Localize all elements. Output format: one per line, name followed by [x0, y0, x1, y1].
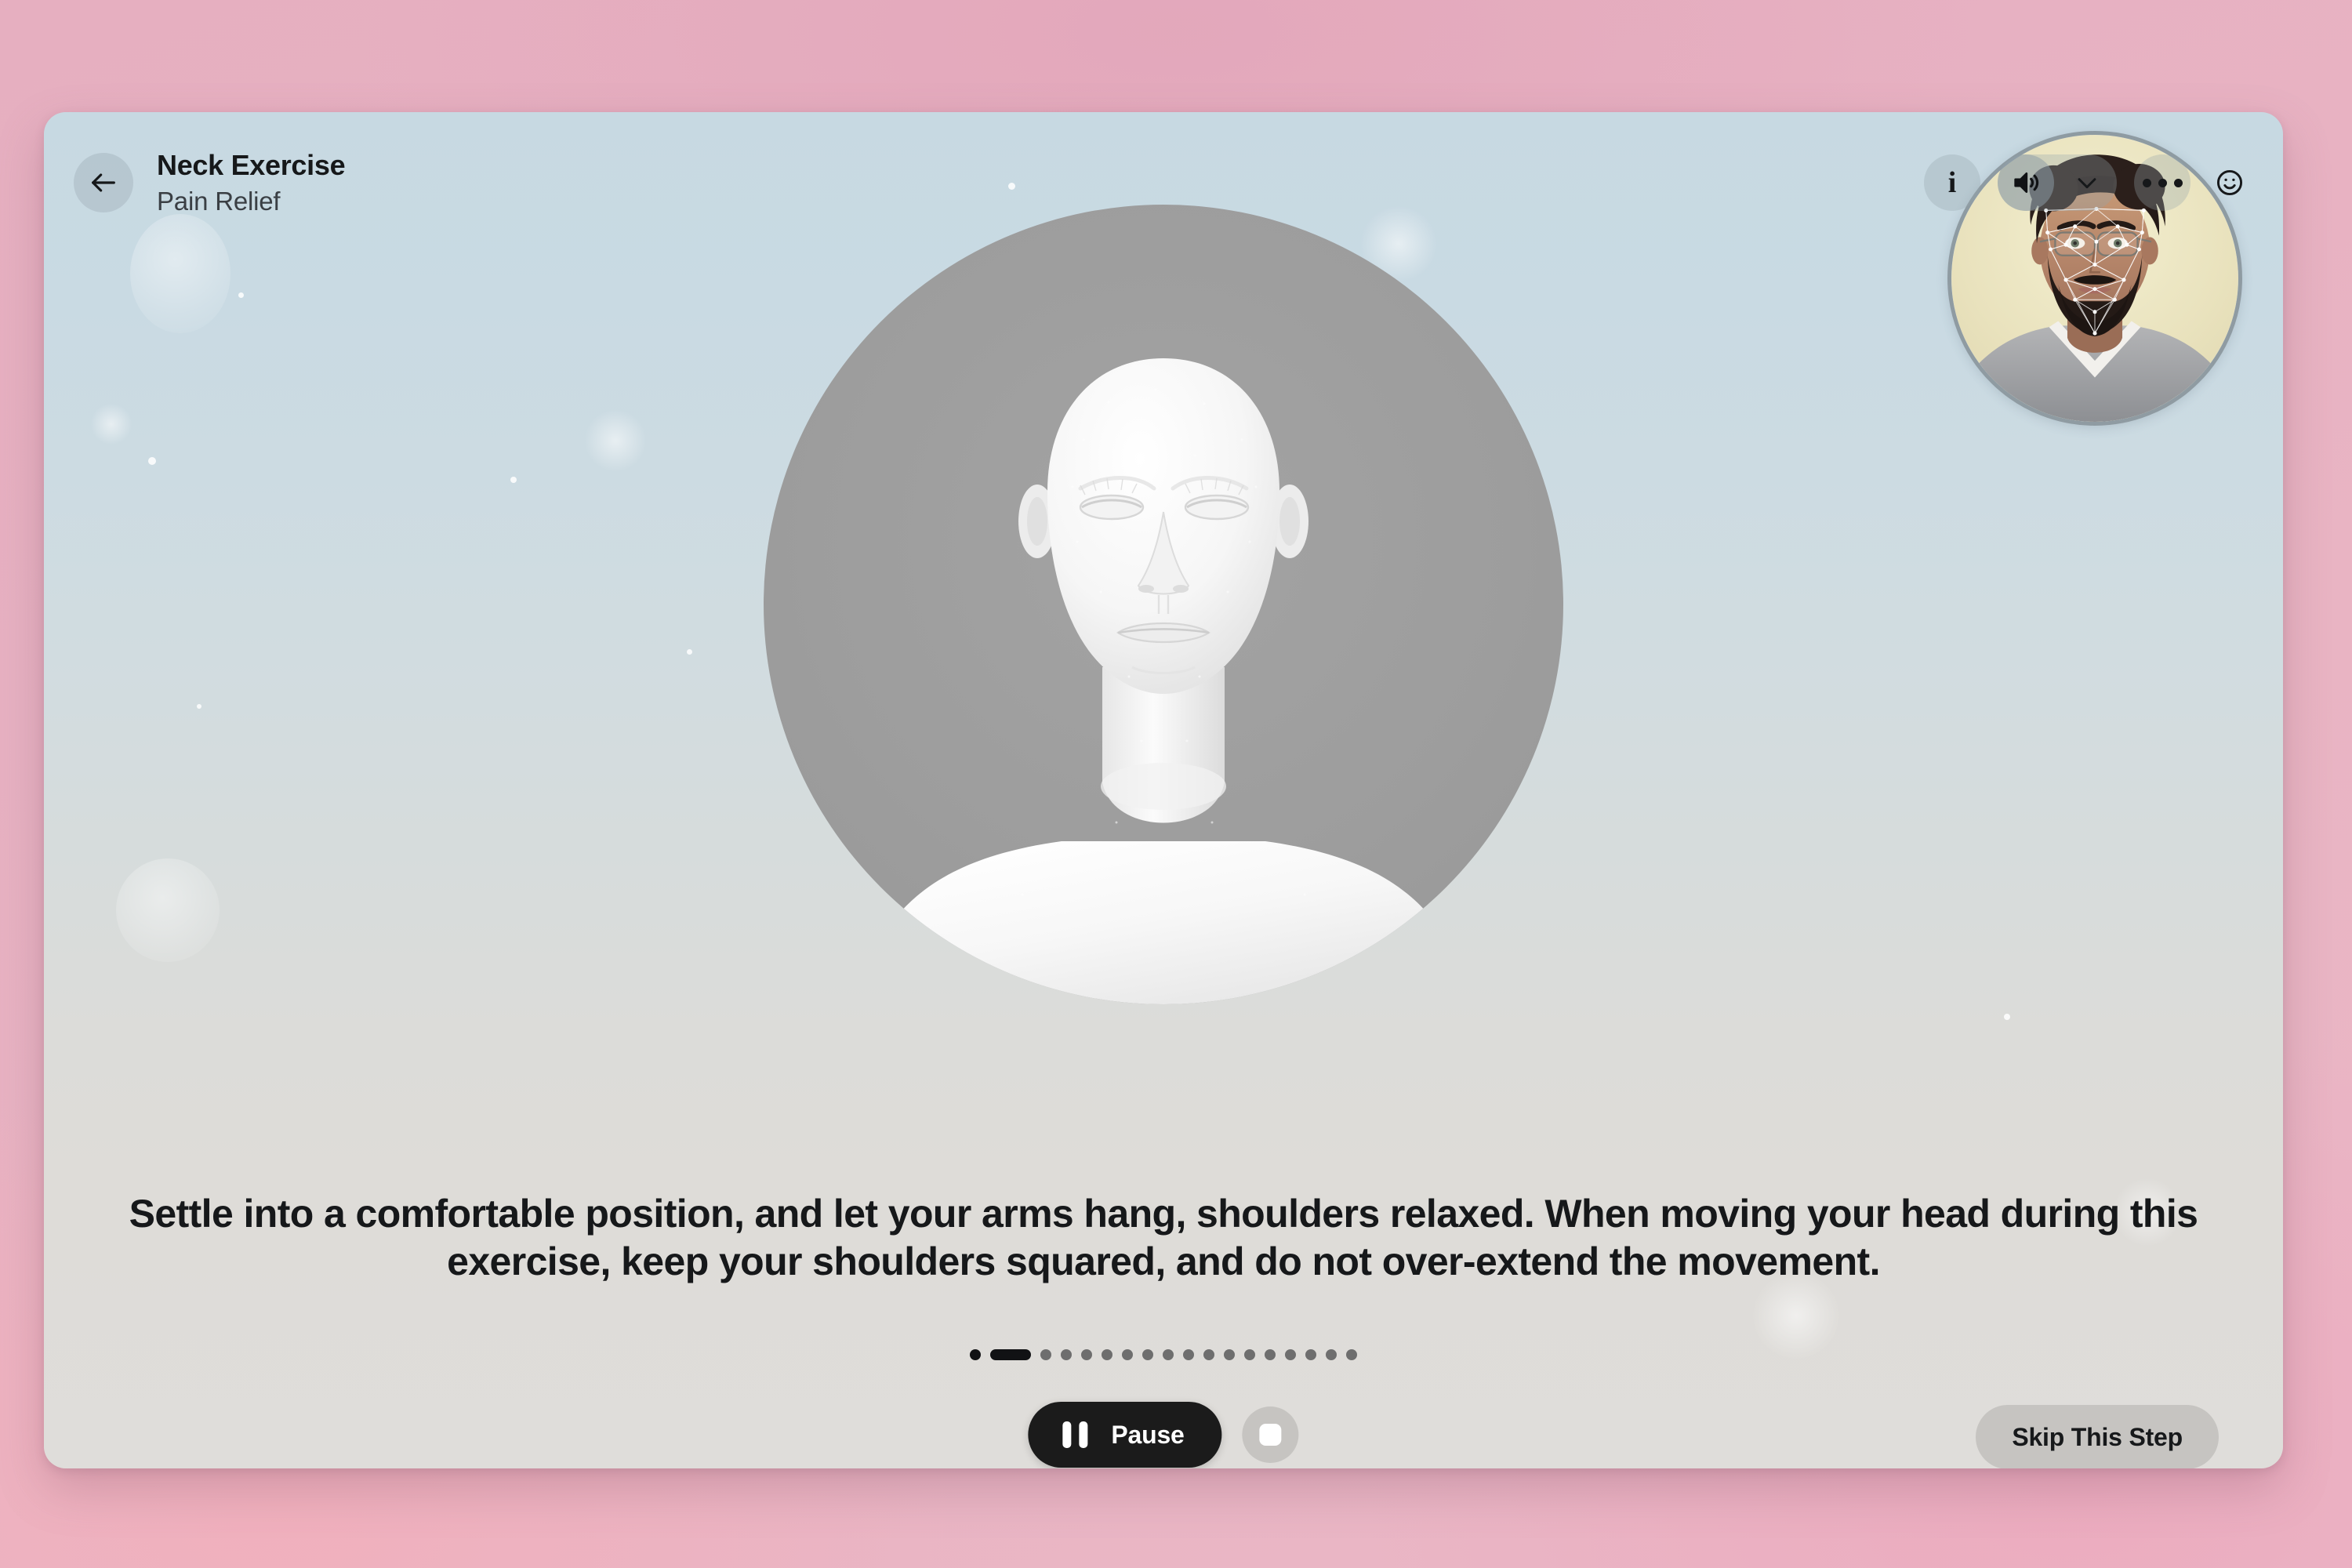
exercise-avatar-stage	[764, 205, 1563, 1004]
progress-dot-11[interactable]	[1203, 1349, 1214, 1360]
pause-button-label: Pause	[1111, 1420, 1185, 1449]
progress-dot-9[interactable]	[1163, 1349, 1174, 1360]
speaker-volume-icon	[2014, 172, 2039, 193]
transport-controls: Pause	[1028, 1402, 1299, 1468]
bokeh-particle	[687, 649, 692, 655]
progress-dot-6[interactable]	[1102, 1349, 1112, 1360]
pause-icon	[1062, 1421, 1088, 1448]
pause-button[interactable]: Pause	[1028, 1402, 1222, 1468]
bokeh-particle	[197, 704, 201, 709]
bokeh-particle	[2004, 1014, 2010, 1020]
speaker-button[interactable]	[1998, 154, 2054, 211]
back-button[interactable]	[74, 153, 133, 212]
skip-step-label: Skip This Step	[2012, 1422, 2183, 1451]
chevron-down-icon	[2078, 178, 2096, 189]
page-title: Neck Exercise	[157, 149, 346, 181]
progress-dot-13[interactable]	[1244, 1349, 1255, 1360]
more-options-button[interactable]	[2134, 154, 2190, 211]
playback-controls: Pause Skip This Step	[44, 1402, 2283, 1468]
progress-dot-16[interactable]	[1305, 1349, 1316, 1360]
3d-head-avatar	[858, 358, 1469, 1004]
progress-dot-12[interactable]	[1224, 1349, 1235, 1360]
progress-dot-5[interactable]	[1081, 1349, 1092, 1360]
header-actions: i	[1924, 154, 2252, 211]
progress-dot-15[interactable]	[1285, 1349, 1296, 1360]
skip-step-button[interactable]: Skip This Step	[1976, 1405, 2219, 1468]
progress-dot-17[interactable]	[1326, 1349, 1337, 1360]
session-header: Neck Exercise Pain Relief i	[44, 112, 2283, 253]
title-block: Neck Exercise Pain Relief	[157, 149, 346, 216]
progress-dot-14[interactable]	[1265, 1349, 1276, 1360]
progress-dot-18[interactable]	[1346, 1349, 1357, 1360]
audio-control-group	[1998, 154, 2117, 211]
info-button[interactable]: i	[1924, 154, 1980, 211]
arrow-left-icon	[92, 173, 115, 192]
exercise-session-card: Neck Exercise Pain Relief i Settle into …	[44, 112, 2283, 1468]
audio-dropdown-button[interactable]	[2068, 154, 2106, 211]
progress-dot-1[interactable]	[970, 1349, 981, 1360]
stop-square-icon	[1259, 1424, 1282, 1446]
progress-dot-4[interactable]	[1061, 1349, 1072, 1360]
step-progress-indicator[interactable]	[44, 1349, 2283, 1360]
bokeh-particle	[91, 404, 132, 445]
progress-dot-7[interactable]	[1122, 1349, 1133, 1360]
progress-dot-8[interactable]	[1142, 1349, 1153, 1360]
progress-dot-2[interactable]	[990, 1349, 1031, 1360]
bokeh-particle	[510, 477, 517, 483]
smiley-face-icon	[2216, 169, 2243, 196]
feedback-button[interactable]	[2208, 161, 2252, 205]
page-subtitle: Pain Relief	[157, 187, 281, 216]
bokeh-particle	[238, 292, 244, 298]
bokeh-particle	[585, 410, 646, 471]
instruction-text: Settle into a comfortable position, and …	[129, 1192, 2198, 1283]
info-icon: i	[1947, 166, 1957, 199]
bokeh-particle	[148, 457, 156, 465]
more-horizontal-icon	[2142, 178, 2183, 187]
progress-dot-10[interactable]	[1183, 1349, 1194, 1360]
bokeh-particle	[116, 858, 220, 962]
stop-button[interactable]	[1242, 1406, 1299, 1463]
progress-dot-3[interactable]	[1040, 1349, 1051, 1360]
